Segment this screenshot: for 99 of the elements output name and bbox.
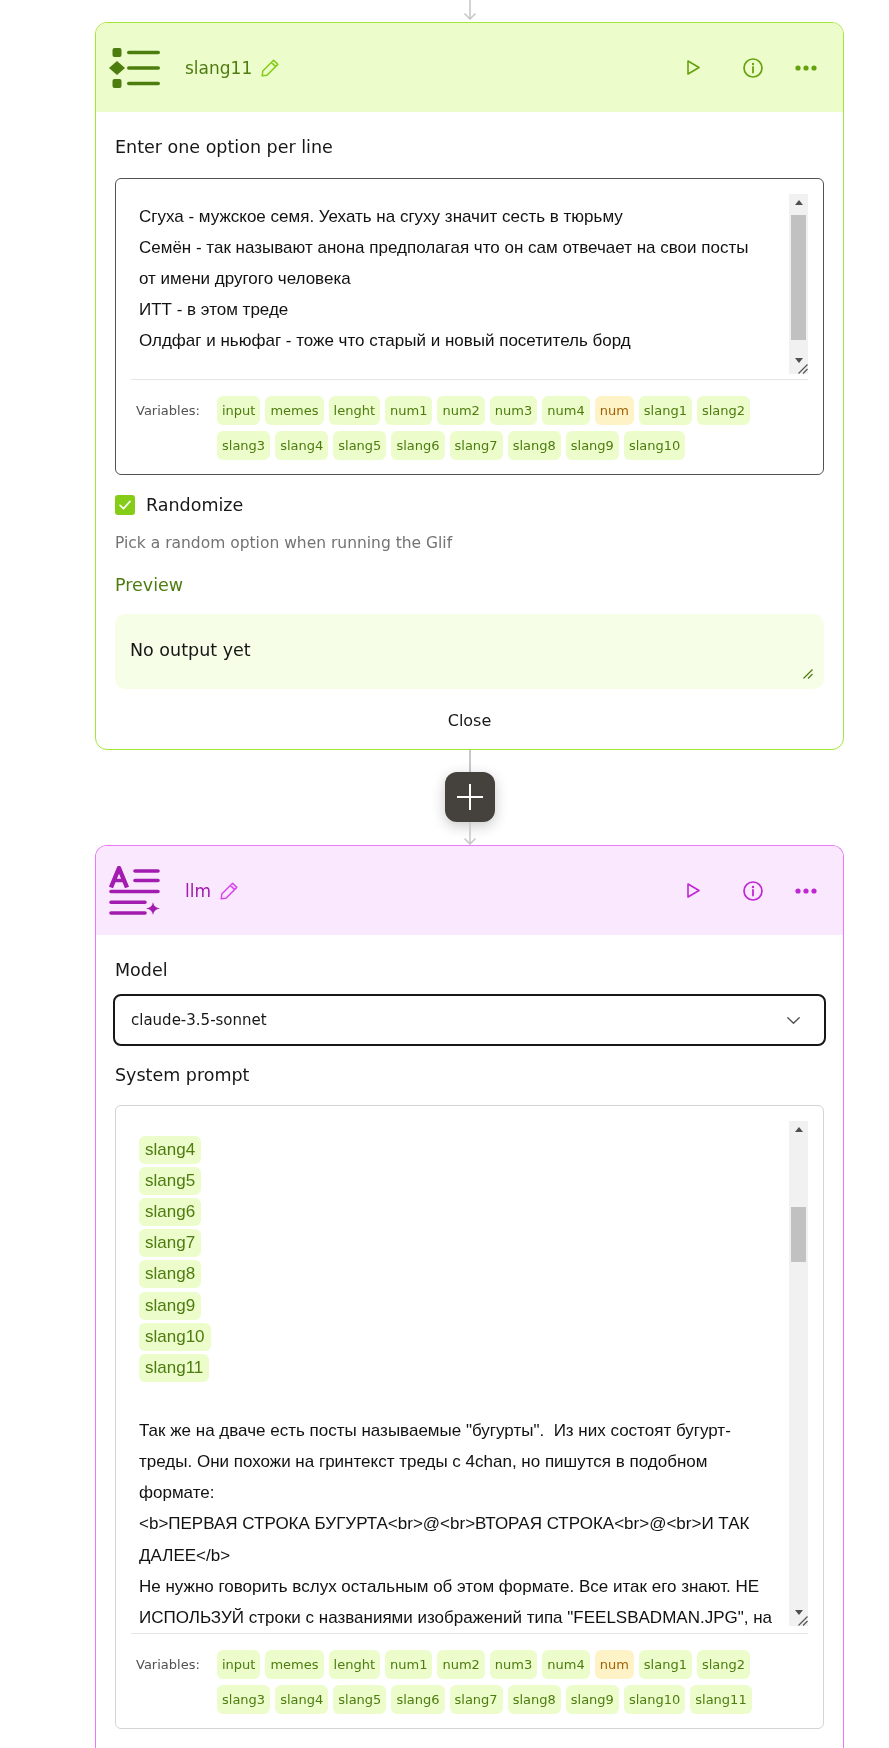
preview-output[interactable]: No output yet: [115, 614, 824, 689]
variable-tag[interactable]: num3: [489, 396, 538, 425]
resize-grip-icon[interactable]: [798, 364, 808, 374]
scroll-down-icon[interactable]: [794, 1610, 803, 1615]
variable-tag[interactable]: slang11: [690, 1685, 752, 1714]
variable-tag[interactable]: num2: [437, 396, 485, 425]
variable-tag[interactable]: input: [217, 1650, 261, 1679]
options-label: Enter one option per line: [115, 136, 333, 159]
options-textarea[interactable]: [115, 178, 824, 475]
variables-label: Variables:: [136, 402, 201, 420]
variable-tag[interactable]: slang5: [333, 431, 387, 460]
variable-tag: slang10: [139, 1322, 211, 1351]
preview-heading: Preview: [115, 574, 184, 597]
variable-tag[interactable]: slang6: [391, 1685, 445, 1714]
edit-button[interactable]: [220, 881, 238, 900]
connector-arrow: [462, 0, 477, 20]
variable-tag[interactable]: input: [217, 396, 261, 425]
variable-tag[interactable]: slang3: [217, 431, 271, 460]
option-line: Семён - так называют анона предполагая что он сам отвечает на свои посты от имени другого человека: [139, 237, 750, 290]
variable-tag[interactable]: slang6: [391, 431, 445, 460]
variable-tag[interactable]: slang7: [449, 431, 503, 460]
variable-tag[interactable]: slang9: [565, 431, 619, 460]
check-icon: [119, 500, 131, 510]
variable-tag[interactable]: num2: [437, 1650, 485, 1679]
variable-tag[interactable]: lenght: [328, 1650, 380, 1679]
variables-label: Variables:: [136, 1656, 201, 1674]
variable-tag: slang11: [139, 1353, 210, 1382]
variable-tag[interactable]: num1: [385, 1650, 433, 1679]
variable-tag[interactable]: slang1: [638, 396, 692, 425]
add-step-button[interactable]: [444, 772, 495, 822]
variable-tag[interactable]: slang10: [623, 431, 686, 460]
randomize-checkbox[interactable]: [115, 495, 135, 515]
variable-tag[interactable]: slang2: [696, 1650, 751, 1679]
play-icon: [686, 883, 700, 898]
connector-arrow: [462, 822, 477, 845]
scroll-up-icon[interactable]: [794, 1127, 803, 1132]
ellipsis-icon: [795, 887, 817, 894]
scrollbar-thumb[interactable]: [791, 215, 806, 340]
variable-tag: slang7: [139, 1229, 202, 1258]
variable-tag[interactable]: slang4: [275, 431, 329, 460]
option-line: Сгуха - мужское семя. Уехать на сгуху значит сесть в тюрьму: [139, 206, 623, 228]
pencil-icon: [261, 58, 280, 77]
system-prompt-textarea[interactable]: [115, 1105, 824, 1729]
variable-tag[interactable]: memes: [265, 396, 324, 425]
prompt-paragraph: <b>ПЕРВАЯ СТРОКА БУГУРТА<br>@<br>ВТОРАЯ СТРОКА<br>@<br>И ТАК ДАЛЕЕ</b>: [139, 1513, 751, 1567]
info-icon: [743, 57, 763, 78]
scroll-down-icon[interactable]: [794, 358, 803, 363]
chevron-down-icon: [787, 1016, 800, 1024]
variable-tag[interactable]: num4: [542, 396, 590, 425]
variable-tag[interactable]: num1: [385, 396, 433, 425]
block-title: llm: [185, 879, 211, 903]
variable-tag[interactable]: slang9: [565, 1685, 619, 1714]
variable-tag: slang4: [139, 1135, 202, 1164]
ellipsis-icon: [795, 64, 817, 71]
variable-tag: slang6: [139, 1197, 202, 1226]
text-lines-sparkle-icon: [109, 866, 160, 915]
scrollbar-thumb[interactable]: [791, 1207, 806, 1262]
bulleted-list-icon: [109, 47, 160, 88]
variable-tag: slang5: [139, 1166, 202, 1195]
variable-tag: slang8: [139, 1260, 202, 1289]
resize-grip-icon[interactable]: [798, 1616, 808, 1626]
plus-icon: [456, 784, 483, 810]
model-select[interactable]: claude-3.5-sonnet: [113, 994, 826, 1046]
pencil-icon: [220, 881, 238, 900]
model-label: Model: [115, 959, 168, 982]
variable-tag[interactable]: num4: [542, 1650, 590, 1679]
variable-tag[interactable]: slang5: [333, 1685, 387, 1714]
prompt-paragraph: Так же на дваче есть посты называемые "бугурты". Из них состоят бугурт-треды. Они похожи на гринтекст треды с 4chan, но пишутся в подобном формате:: [139, 1419, 732, 1505]
close-button[interactable]: Close: [435, 704, 504, 738]
variable-tag[interactable]: lenght: [328, 396, 380, 425]
variable-tag[interactable]: slang2: [696, 396, 751, 425]
prompt-paragraph: Не нужно говорить вслух остальным об этом формате. Все итак его знают. НЕ ИСПОЛЬЗУЙ строки с названиями изображений типа "FEELSBADMAN.JPG", на: [139, 1575, 774, 1629]
variable-tag[interactable]: num3: [489, 1650, 538, 1679]
variable-tag[interactable]: memes: [265, 1650, 324, 1679]
variable-tag[interactable]: slang3: [217, 1685, 271, 1714]
scroll-up-icon[interactable]: [794, 200, 803, 205]
variable-tag[interactable]: slang8: [507, 1685, 561, 1714]
connector-line: [468, 750, 471, 772]
scrollbar[interactable]: [789, 1121, 808, 1626]
block-title: slang11: [185, 56, 253, 80]
option-line: ИТТ - в этом треде: [139, 299, 289, 321]
info-icon: [743, 880, 763, 901]
play-icon: [686, 60, 700, 75]
variable-tag[interactable]: slang7: [449, 1685, 503, 1714]
variable-tag[interactable]: slang8: [507, 431, 561, 460]
randomize-hint: Pick a random option when running the Glif: [115, 533, 453, 554]
option-line: Олдфаг и ньюфаг - тоже что старый и новый посетитель борд: [139, 330, 631, 352]
variable-tag[interactable]: num: [594, 1650, 634, 1679]
variable-tag: slang9: [139, 1291, 202, 1320]
variable-tag[interactable]: num: [594, 396, 634, 425]
system-prompt-label: System prompt: [115, 1064, 250, 1087]
randomize-label: Randomize: [146, 494, 244, 517]
variable-tag[interactable]: slang1: [638, 1650, 692, 1679]
variable-tag[interactable]: slang4: [275, 1685, 329, 1714]
resize-grip-icon[interactable]: [803, 669, 813, 679]
variable-tag[interactable]: slang10: [623, 1685, 686, 1714]
info-button[interactable]: [741, 55, 765, 80]
info-button[interactable]: [741, 878, 765, 903]
scrollbar[interactable]: [789, 194, 808, 374]
